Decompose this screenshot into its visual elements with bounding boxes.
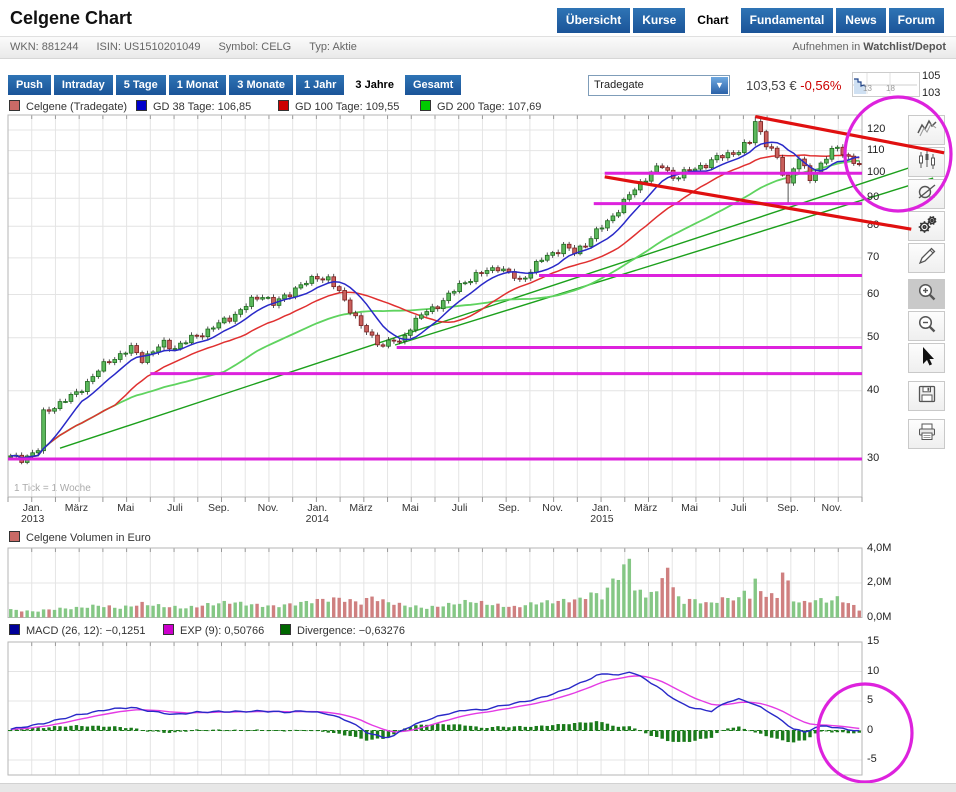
price-axis-label-70: 70 [867,251,879,263]
zoom-in-icon [915,280,939,309]
indicator-button[interactable] [908,179,945,209]
indicator-icon [915,180,939,209]
price-axis-label-80: 80 [867,219,879,231]
print-icon [915,420,939,449]
x-axis-label-juli: Juli [452,502,468,514]
line-chart-button[interactable] [908,115,945,145]
candlestick-chart-button[interactable] [908,147,945,177]
macd-axis-label--5: -5 [867,753,877,765]
x-axis-year-2014: 2014 [306,513,329,525]
price-axis-label-50: 50 [867,331,879,343]
x-axis-label-sep: Sep. [777,502,799,514]
save-button[interactable] [908,381,945,411]
x-axis-label-m-rz: März [634,502,657,514]
settings-icon [915,212,939,241]
zoom-in-button[interactable] [908,279,945,309]
save-icon [915,382,939,411]
chart-canvas[interactable] [0,0,956,792]
macd-axis-label-15: 15 [867,635,879,647]
price-axis-label-120: 120 [867,123,885,135]
x-axis-label-sep: Sep. [208,502,230,514]
volume-axis-label-2-0m: 2,0M [867,576,891,588]
x-axis-year-2013: 2013 [21,513,44,525]
print-button[interactable] [908,419,945,449]
footer-bar [0,783,956,792]
x-axis-label-mai: Mai [117,502,134,514]
x-axis-label-nov: Nov. [542,502,563,514]
volume-axis-label-4-0m: 4,0M [867,542,891,554]
zoom-out-button[interactable] [908,311,945,341]
x-axis-label-m-rz: März [65,502,88,514]
cursor-icon [915,344,939,373]
macd-axis-label-10: 10 [867,665,879,677]
x-axis-label-sep: Sep. [498,502,520,514]
price-axis-label-40: 40 [867,384,879,396]
volume-axis-label-0-0m: 0,0M [867,611,891,623]
x-axis-year-2015: 2015 [590,513,613,525]
x-axis-label-nov: Nov. [821,502,842,514]
price-axis-label-60: 60 [867,288,879,300]
x-axis-label-m-rz: März [349,502,372,514]
price-axis-label-100: 100 [867,166,885,178]
x-axis-label-nov: Nov. [258,502,279,514]
x-axis-label-mai: Mai [402,502,419,514]
price-axis-label-30: 30 [867,452,879,464]
x-axis-label-juli: Juli [167,502,183,514]
draw-icon [915,244,939,273]
x-axis-label-mai: Mai [681,502,698,514]
line-chart-icon [915,116,939,145]
candlestick-chart-icon [915,148,939,177]
settings-button[interactable] [908,211,945,241]
zoom-out-icon [915,312,939,341]
page: Celgene Chart ÜbersichtKurseChartFundame… [0,0,956,792]
cursor-button[interactable] [908,343,945,373]
macd-axis-label-5: 5 [867,694,873,706]
x-axis-label-juli: Juli [731,502,747,514]
price-axis-label-110: 110 [867,144,885,156]
macd-axis-label-0: 0 [867,724,873,736]
draw-button[interactable] [908,243,945,273]
price-axis-label-90: 90 [867,191,879,203]
